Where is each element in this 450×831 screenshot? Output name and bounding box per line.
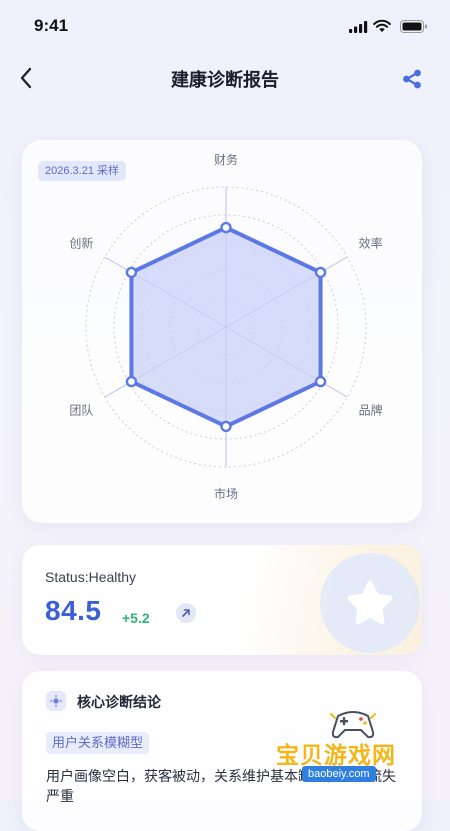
radar-point [125, 266, 138, 279]
score-value: 84.5 [45, 595, 102, 626]
health-score-card: Status:Healthy 84.5 +5.2 [22, 545, 422, 655]
radar-chart: 财务效率品牌市场 团队 创新 [69, 152, 383, 501]
star-badge-icon [320, 553, 420, 653]
radar-point [220, 221, 232, 234]
insight-icon [46, 691, 66, 711]
radar-chart-card: 2026.3.21 采样 财务 效率 品牌 市场 团队 创新 [22, 140, 422, 523]
radar-axis-label: 财务 [214, 152, 238, 167]
radar-axis-label: 市场 [214, 486, 238, 501]
conclusion-title: 核心诊断结论 [77, 694, 161, 710]
radar-point [314, 266, 327, 279]
radar-axis-label: 品牌 [359, 404, 383, 418]
radar-axis-label: 效率 [359, 236, 383, 251]
watermark-text: 宝贝游戏网 [276, 742, 396, 768]
radar-axis-label: 创新 [69, 236, 93, 251]
watermark-url: baobeiy.com [302, 766, 376, 782]
status-bar: 9:41 [0, 0, 450, 52]
wifi-icon [373, 19, 391, 32]
share-icon [403, 69, 421, 89]
trend-button[interactable] [176, 603, 196, 623]
nav-bar: 建康诊断报告 [0, 52, 450, 106]
status-label: Status:Healthy [45, 569, 137, 585]
page-title: 建康诊断报告 [171, 70, 279, 90]
radar-point [125, 375, 138, 388]
share-button[interactable] [397, 64, 427, 94]
cellular-signal-icon [349, 21, 368, 33]
arrow-up-right-icon [182, 609, 190, 617]
battery-icon [400, 20, 427, 33]
gamepad-icon [330, 711, 376, 739]
radar-axis-label: 团队 [69, 403, 93, 418]
radar-area [129, 225, 323, 429]
radar-point [220, 420, 232, 433]
watermark: 宝贝游戏网 baobeiy.com [276, 706, 426, 790]
score-delta: +5.2 [122, 610, 150, 626]
status-time: 9:41 [34, 16, 69, 35]
radar-point [314, 375, 327, 388]
conclusion-tag: 用户关系模糊型 [46, 732, 150, 754]
